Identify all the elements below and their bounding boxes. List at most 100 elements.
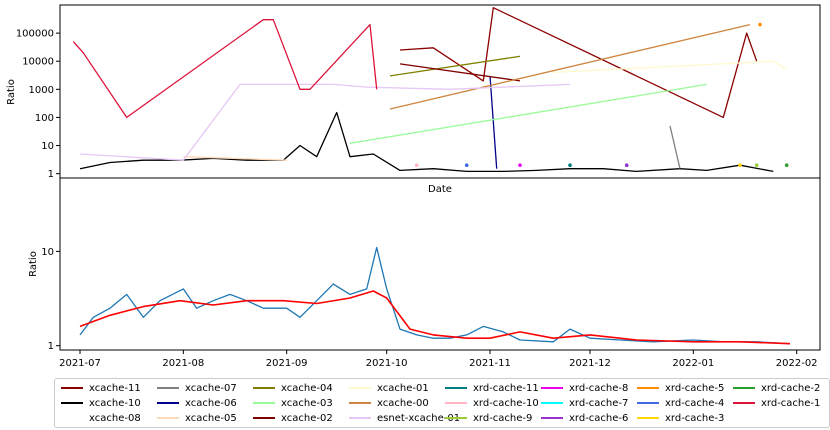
- legend-label: xrd-cache-9: [473, 412, 533, 424]
- series-point-xrd-cache-3: [738, 163, 742, 167]
- legend-item-xrd-cache-10: xrd-cache-10: [445, 396, 539, 410]
- legend-label: xrd-cache-3: [665, 412, 725, 424]
- legend-item-xrd-cache-5: xrd-cache-5: [637, 381, 724, 395]
- legend-swatch: [349, 417, 371, 419]
- x-tick-label: 2022-01: [672, 358, 714, 369]
- legend-swatch: [349, 387, 371, 389]
- y-tick-label: 1: [48, 169, 54, 180]
- legend-item-xrd-cache-7: xrd-cache-7: [541, 396, 628, 410]
- legend-label: xcache-11: [89, 382, 141, 394]
- legend-item-xcache-02: xcache-02: [253, 411, 333, 425]
- series-point-xrd-cache-9: [754, 163, 759, 167]
- legend-item-xrd-cache-3: xrd-cache-3: [637, 411, 724, 425]
- y-tick-label: 10: [41, 247, 54, 258]
- series-point-xrd-cache-8: [518, 163, 522, 167]
- legend-item-xcache-07: xcache-07: [157, 381, 237, 395]
- legend-swatch: [541, 417, 563, 419]
- legend-label: xrd-cache-4: [665, 397, 725, 409]
- legend-label: xrd-cache-7: [569, 397, 629, 409]
- x-tick-label: 2021-07: [59, 358, 101, 369]
- legend-label: xcache-08: [89, 412, 141, 424]
- legend-item-xrd-cache-4: xrd-cache-4: [637, 396, 724, 410]
- legend-swatch: [637, 402, 659, 404]
- series-point-xrd-cache-5: [758, 22, 762, 27]
- legend-item-xrd-cache-11: xrd-cache-11: [445, 381, 539, 395]
- x-tick-label: 2021-09: [266, 358, 308, 369]
- top-y-axis-title: Ratio: [6, 79, 17, 105]
- legend-label: xrd-cache-6: [569, 412, 629, 424]
- x-tick-label: 2021-10: [366, 358, 408, 369]
- x-tick-label: 2022-02: [776, 358, 818, 369]
- legend-item-xcache-08: xcache-08: [61, 411, 141, 425]
- legend-label: xrd-cache-1: [761, 397, 821, 409]
- legend-item-esnet-xcache-01: esnet-xcache-01: [349, 411, 460, 425]
- legend-swatch: [157, 387, 179, 389]
- legend-swatch: [157, 417, 179, 419]
- y-tick-label: 100: [35, 113, 54, 124]
- bottom-plot-area: [59, 177, 821, 351]
- legend-label: xrd-cache-11: [473, 382, 539, 394]
- x-tick-label: 2021-11: [469, 358, 511, 369]
- legend-item-xrd-cache-6: xrd-cache-6: [541, 411, 628, 425]
- legend-label: xrd-cache-5: [665, 382, 725, 394]
- legend-swatch: [61, 402, 83, 404]
- legend-item-xrd-cache-2: xrd-cache-2: [733, 381, 820, 395]
- bottom-y-ticks: 1 10: [41, 247, 60, 352]
- legend-swatch: [253, 402, 275, 404]
- legend-label: xcache-00: [377, 397, 429, 409]
- legend-item-xrd-cache-9: xrd-cache-9: [445, 411, 532, 425]
- top-y-ticks: 1 10 100 1000 10000 100000: [16, 29, 60, 180]
- legend-label: xrd-cache-2: [761, 382, 821, 394]
- legend-label: xcache-05: [185, 412, 237, 424]
- legend-item-xcache-01: xcache-01: [349, 381, 429, 395]
- legend-swatch: [157, 402, 179, 404]
- series-point-xrd-cache-11: [568, 163, 572, 167]
- legend-swatch: [445, 387, 467, 389]
- legend-label: xrd-cache-8: [569, 382, 629, 394]
- series-point-xrd-cache-10: [414, 163, 419, 167]
- legend-label: xcache-01: [377, 382, 429, 394]
- legend-swatch: [61, 387, 83, 389]
- legend-swatch: [445, 402, 467, 404]
- legend-label: xcache-06: [185, 397, 237, 409]
- y-tick-label: 100000: [16, 29, 54, 40]
- legend-item-xcache-03: xcache-03: [253, 396, 333, 410]
- legend-label: xcache-02: [281, 412, 333, 424]
- legend-swatch: [349, 402, 371, 404]
- y-tick-label: 1000: [29, 85, 54, 96]
- legend-item-xcache-04: xcache-04: [253, 381, 333, 395]
- x-ticks: 2021-07 2021-08 2021-09 2021-10 2021-11 2021-…: [59, 350, 818, 369]
- legend-swatch: [541, 402, 563, 404]
- chart-figure: Ratio Ratio Date 1 10 100 1000 10000 100000 1…: [6, 4, 821, 369]
- legend-label: xcache-03: [281, 397, 333, 409]
- legend-swatch: [253, 417, 275, 419]
- legend-item-xrd-cache-1: xrd-cache-1: [733, 396, 820, 410]
- legend-swatch: [61, 417, 83, 419]
- legend: xcache-11 xcache-10 xcache-08 xcache-07 xcac…: [54, 378, 830, 428]
- legend-item-xrd-cache-8: xrd-cache-8: [541, 381, 628, 395]
- legend-swatch: [253, 387, 275, 389]
- legend-item-xcache-10: xcache-10: [61, 396, 141, 410]
- legend-label: xcache-10: [89, 397, 141, 409]
- legend-swatch: [733, 387, 755, 389]
- legend-item-xcache-05: xcache-05: [157, 411, 237, 425]
- top-plot-area: [59, 4, 821, 179]
- legend-item-xcache-06: xcache-06: [157, 396, 237, 410]
- legend-item-xcache-00: xcache-00: [349, 396, 429, 410]
- y-tick-label: 10: [41, 141, 54, 152]
- series-point-xrd-cache-6: [624, 163, 629, 167]
- series-point-xrd-cache-4: [464, 163, 469, 167]
- legend-label: xrd-cache-10: [473, 397, 539, 409]
- legend-label: xcache-07: [185, 382, 237, 394]
- legend-swatch: [445, 417, 467, 419]
- x-axis-title: Date: [428, 184, 452, 195]
- x-tick-label: 2021-08: [162, 358, 204, 369]
- legend-swatch: [733, 402, 755, 404]
- legend-swatch: [637, 387, 659, 389]
- y-tick-label: 10000: [22, 57, 54, 68]
- bottom-y-axis-title: Ratio: [28, 251, 39, 277]
- series-point-xrd-cache-2: [784, 163, 789, 167]
- x-tick-label: 2021-12: [569, 358, 611, 369]
- legend-item-xcache-11: xcache-11: [61, 381, 141, 395]
- legend-swatch: [637, 417, 659, 419]
